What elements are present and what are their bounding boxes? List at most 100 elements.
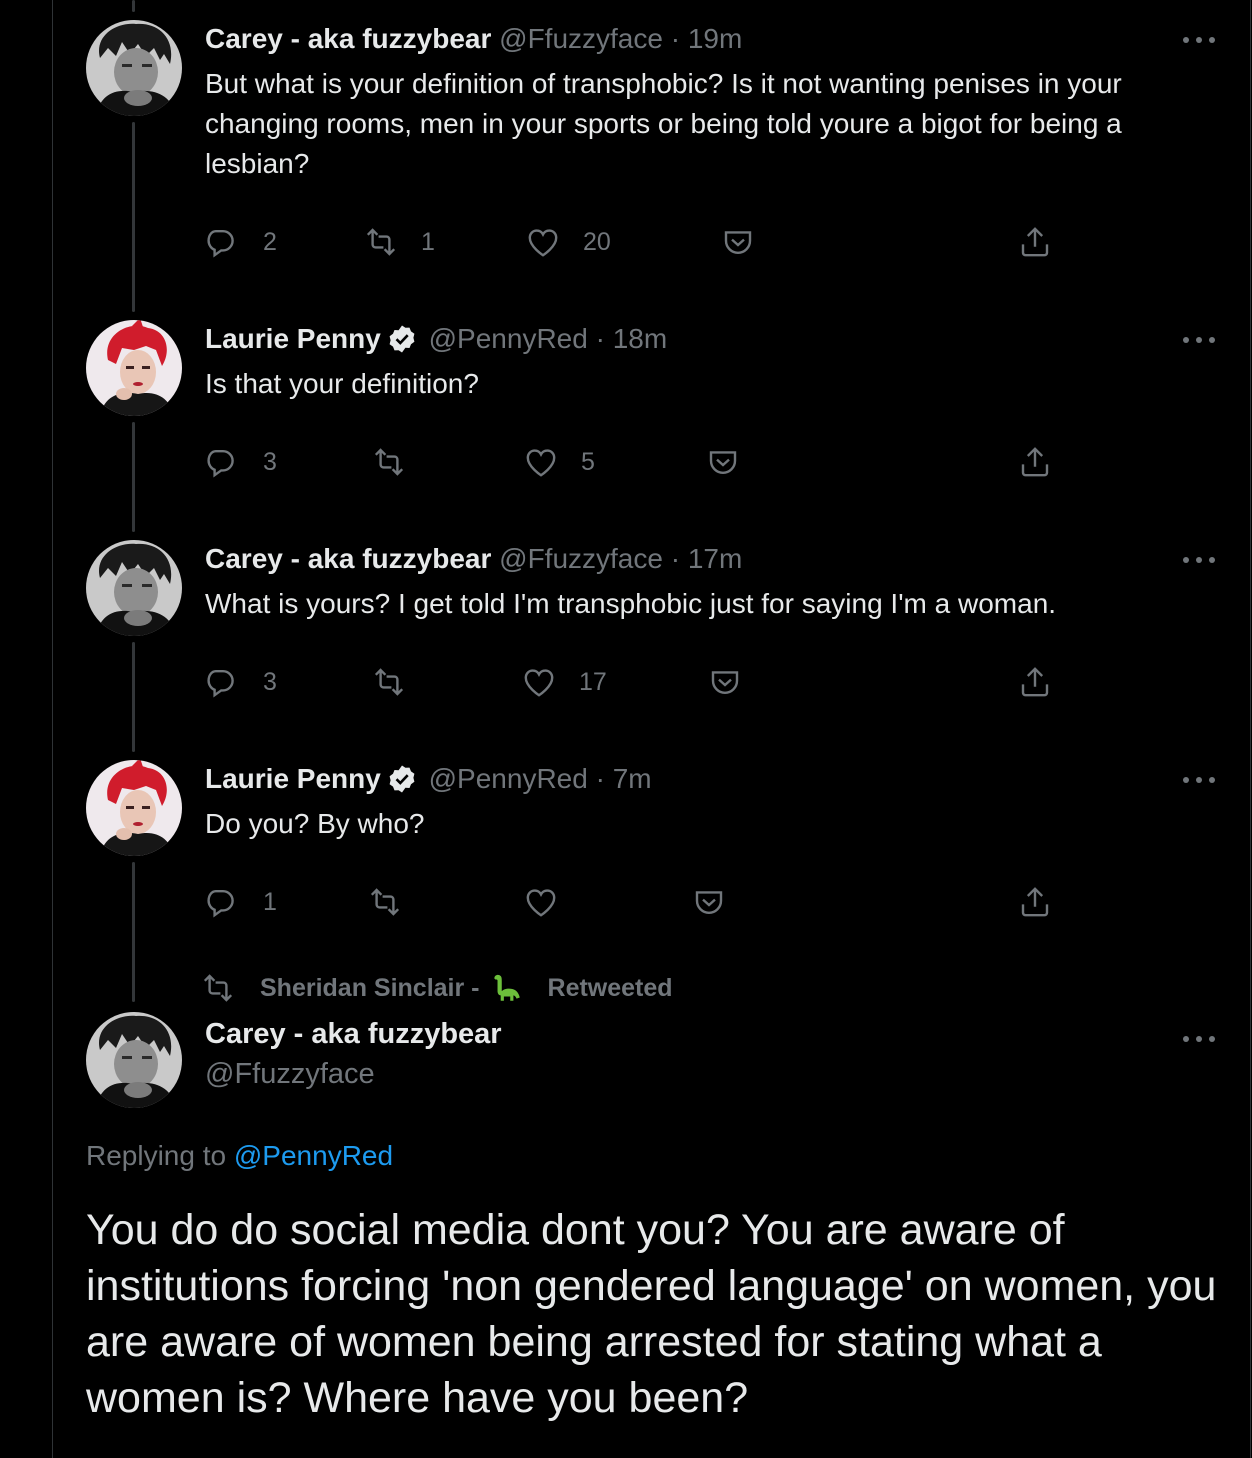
display-name[interactable]: Laurie Penny <box>205 323 381 354</box>
tweet-actions: 3 17 <box>205 662 1065 702</box>
column-border-left <box>52 0 53 1458</box>
share-icon <box>1021 667 1049 697</box>
tweet-actions: 3 5 <box>205 442 1065 482</box>
like-button[interactable]: 5 <box>523 442 595 482</box>
reply-count: 2 <box>263 227 277 256</box>
more-icon[interactable] <box>1182 555 1216 565</box>
tweet-header: Laurie Penny @PennyRed · 18m <box>205 322 667 356</box>
retweet-button[interactable] <box>367 882 425 922</box>
thread-line <box>132 122 135 312</box>
avatar[interactable] <box>86 1012 182 1108</box>
retweet-button[interactable] <box>371 662 429 702</box>
tweet-text: You do do social media dont you? You are… <box>86 1206 1217 1422</box>
avatar[interactable] <box>86 760 182 856</box>
verified-badge-icon <box>388 324 416 354</box>
tweet-header: Carey - aka fuzzybear @Ffuzzyface · 17m <box>205 542 742 576</box>
heart-icon <box>526 449 556 477</box>
user-handle[interactable]: @PennyRed <box>429 763 588 794</box>
share-icon <box>1021 887 1049 917</box>
retweet-count: 1 <box>421 227 435 256</box>
retweet-icon <box>374 668 404 696</box>
timestamp[interactable]: 17m <box>688 543 742 574</box>
heart-icon <box>524 669 554 697</box>
share-icon <box>1021 447 1049 477</box>
avatar[interactable] <box>86 540 182 636</box>
like-button[interactable] <box>523 882 581 922</box>
reply-button[interactable]: 3 <box>205 662 277 702</box>
share-button[interactable] <box>1017 662 1053 702</box>
reply-icon <box>207 670 234 697</box>
tweet-text: Is that your definition? <box>205 368 479 399</box>
display-name[interactable]: Carey - aka fuzzybear <box>205 1018 502 1051</box>
thread-line <box>132 0 135 12</box>
share-icon <box>1021 227 1049 257</box>
thread-line <box>132 642 135 752</box>
heart-icon <box>526 889 556 917</box>
tweet-header: Carey - aka fuzzybear @Ffuzzyface · 19m <box>205 22 742 56</box>
save-button[interactable] <box>705 442 741 482</box>
heart-icon <box>528 229 558 257</box>
retweet-icon <box>366 228 396 256</box>
tweet-text: Do you? By who? <box>205 808 425 839</box>
tweet-actions: 2 1 20 <box>205 222 1065 262</box>
retweet-button[interactable]: 1 <box>363 222 435 262</box>
share-button[interactable] <box>1017 882 1053 922</box>
reply-count: 3 <box>263 447 277 476</box>
avatar[interactable] <box>86 20 182 116</box>
save-button[interactable] <box>707 662 743 702</box>
thread-line <box>132 422 135 532</box>
tweet-text: But what is your definition of transphob… <box>205 68 1122 179</box>
thread-line <box>132 862 135 1002</box>
pocket-icon <box>724 231 752 255</box>
timestamp[interactable]: 19m <box>688 23 742 54</box>
replying-to-link[interactable]: @PennyRed <box>234 1140 393 1171</box>
display-name[interactable]: Carey - aka fuzzybear <box>205 23 491 54</box>
like-button[interactable]: 20 <box>525 222 611 262</box>
like-count: 17 <box>579 667 607 696</box>
more-icon[interactable] <box>1182 335 1216 345</box>
user-handle[interactable]: @PennyRed <box>429 323 588 354</box>
timestamp[interactable]: 7m <box>613 763 652 794</box>
reply-button[interactable]: 2 <box>205 222 277 262</box>
column-border-right <box>1250 0 1251 1458</box>
pocket-icon <box>709 451 737 474</box>
reply-icon <box>207 890 234 917</box>
replying-prefix: Replying to <box>86 1140 227 1171</box>
retweet-button[interactable] <box>371 442 429 482</box>
pocket-icon <box>711 671 739 694</box>
replying-to: Replying to @PennyRed <box>86 1140 393 1172</box>
separator: · <box>670 543 681 574</box>
display-name[interactable]: Laurie Penny <box>205 763 381 794</box>
retweet-icon <box>203 974 233 1002</box>
more-icon[interactable] <box>1182 35 1216 45</box>
like-button[interactable]: 17 <box>521 662 607 702</box>
retweet-icon <box>370 888 400 916</box>
reply-icon <box>207 229 234 257</box>
retweet-banner: Sheridan Sinclair - Retweeted <box>200 968 673 1008</box>
tweet-text: What is yours? I get told I'm transphobi… <box>205 588 1057 619</box>
share-button[interactable] <box>1017 222 1053 262</box>
user-handle[interactable]: @Ffuzzyface <box>499 23 663 54</box>
display-name[interactable]: Carey - aka fuzzybear <box>205 543 491 574</box>
more-icon[interactable] <box>1182 1034 1216 1044</box>
like-count: 5 <box>581 447 595 476</box>
timestamp[interactable]: 18m <box>613 323 667 354</box>
user-handle[interactable]: @Ffuzzyface <box>499 543 663 574</box>
retweet-icon <box>374 448 404 476</box>
sauropod-icon <box>493 974 520 1001</box>
reply-count: 1 <box>263 887 277 916</box>
save-button[interactable] <box>691 882 727 922</box>
reply-button[interactable]: 1 <box>205 882 277 922</box>
retweeted-label: Retweeted <box>547 973 673 1002</box>
separator: · <box>670 23 681 54</box>
avatar[interactable] <box>86 320 182 416</box>
reply-count: 3 <box>263 667 277 696</box>
more-icon[interactable] <box>1182 775 1216 785</box>
like-count: 20 <box>583 227 611 256</box>
retweeter-name[interactable]: Sheridan Sinclair - <box>260 974 480 1003</box>
user-handle[interactable]: @Ffuzzyface <box>205 1058 375 1091</box>
share-button[interactable] <box>1017 442 1053 482</box>
reply-button[interactable]: 3 <box>205 442 277 482</box>
separator: · <box>595 763 605 794</box>
save-button[interactable] <box>720 222 756 262</box>
